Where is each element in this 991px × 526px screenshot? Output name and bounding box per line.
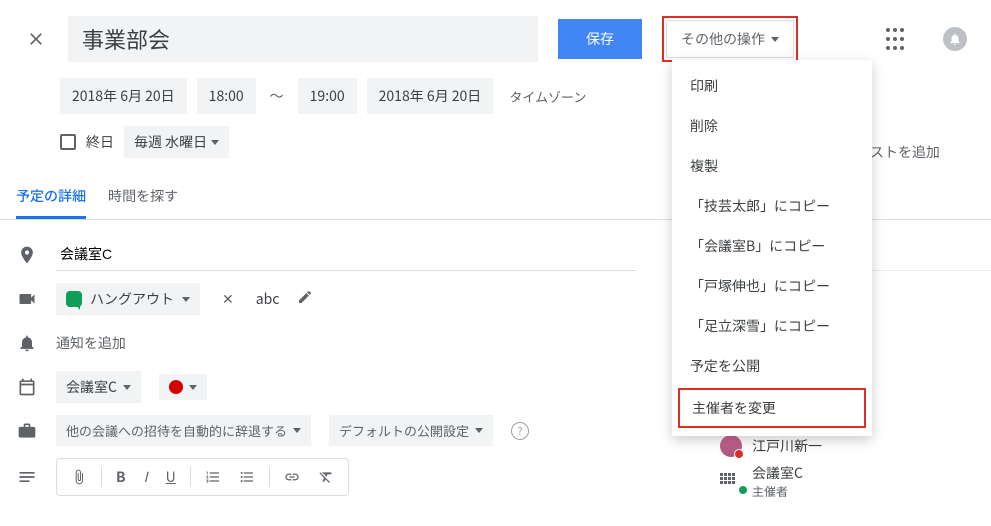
guest-sublabel: 主催者 (752, 483, 803, 500)
toolbar-divider (190, 467, 191, 487)
hangouts-icon (66, 291, 82, 307)
chevron-down-icon (771, 37, 779, 42)
guest-row[interactable]: 江戸川新一 (720, 435, 960, 457)
more-actions-label: その他の操作 (681, 29, 765, 49)
save-button[interactable]: 保存 (558, 19, 642, 59)
busy-status-select[interactable]: 他の会議への招待を自動的に辞退する (56, 415, 311, 446)
clear-format-button[interactable] (310, 465, 342, 489)
calendar-icon (16, 377, 38, 397)
numbered-list-button[interactable] (197, 465, 229, 489)
menu-item-change-owner[interactable]: 主催者を変更 (678, 388, 866, 428)
end-time-chip[interactable]: 19:00 (298, 78, 357, 114)
add-notification-button[interactable]: 通知を追加 (56, 327, 126, 359)
menu-item-copy-1[interactable]: 「技芸太郎」にコピー (672, 186, 872, 226)
description-icon (16, 467, 38, 487)
attach-button[interactable] (63, 465, 95, 489)
more-actions-highlight: その他の操作 (662, 16, 798, 62)
chevron-down-icon (211, 140, 219, 145)
menu-item-copy-3[interactable]: 「戸塚伸也」にコピー (672, 266, 872, 306)
bullet-list-button[interactable] (231, 465, 263, 489)
menu-item-copy-4[interactable]: 「足立深雪」にコピー (672, 306, 872, 346)
edit-conference-icon[interactable] (297, 289, 313, 310)
guest-name: 江戸川新一 (752, 436, 822, 456)
underline-button[interactable]: U (158, 463, 184, 491)
briefcase-icon (16, 421, 38, 441)
apps-grid-icon[interactable] (883, 27, 907, 51)
status-declined-icon (734, 449, 744, 459)
link-button[interactable] (276, 465, 308, 489)
time-separator: 〜 (266, 86, 288, 106)
menu-item-copy-2[interactable]: 「会議室B」にコピー (672, 226, 872, 266)
bell-icon (16, 333, 38, 353)
help-icon[interactable]: ? (511, 422, 529, 440)
status-accepted-icon (738, 485, 748, 495)
tab-event-details[interactable]: 予定の詳細 (16, 176, 86, 219)
conference-code[interactable]: abc (256, 289, 280, 309)
busy-status-label: 他の会議への招待を自動的に辞退する (66, 421, 287, 440)
chevron-down-icon (182, 297, 190, 302)
chevron-down-icon (475, 428, 483, 433)
more-actions-button[interactable]: その他の操作 (666, 20, 794, 58)
guest-name: 会議室C (752, 463, 803, 483)
menu-item-delete[interactable]: 削除 (672, 106, 872, 146)
chevron-down-icon (293, 428, 301, 433)
italic-button[interactable]: I (136, 463, 156, 491)
remove-conference-icon[interactable]: ✕ (218, 289, 238, 309)
end-date-chip[interactable]: 2018年 6月 20日 (367, 78, 494, 114)
hangout-select[interactable]: ハングアウト (56, 283, 200, 315)
toolbar-divider (101, 467, 102, 487)
calendar-select[interactable]: 会議室C (56, 371, 141, 403)
start-date-chip[interactable]: 2018年 6月 20日 (60, 78, 187, 114)
chevron-down-icon (189, 385, 197, 390)
calendar-selected-label: 会議室C (66, 377, 117, 397)
location-icon (16, 245, 38, 265)
chevron-down-icon (123, 385, 131, 390)
allday-checkbox[interactable] (60, 134, 76, 150)
event-color-select[interactable] (159, 374, 207, 400)
recurrence-select[interactable]: 毎週 水曜日 (124, 126, 229, 158)
menu-item-publish[interactable]: 予定を公開 (672, 346, 872, 386)
timezone-link[interactable]: タイムゾーン (509, 87, 586, 106)
recurrence-label: 毎週 水曜日 (134, 132, 207, 152)
location-input[interactable] (56, 238, 636, 271)
hangout-label: ハングアウト (90, 289, 174, 309)
guest-row[interactable]: 会議室C 主催者 (720, 463, 960, 500)
tab-find-time[interactable]: 時間を探す (108, 176, 178, 219)
avatar (720, 435, 742, 457)
notifications-icon[interactable] (943, 27, 967, 51)
visibility-label: デフォルトの公開設定 (339, 421, 469, 440)
visibility-select[interactable]: デフォルトの公開設定 (329, 415, 493, 446)
event-title-input[interactable] (68, 16, 538, 62)
close-icon[interactable] (24, 27, 48, 51)
more-actions-menu: 印刷 削除 複製 「技芸太郎」にコピー 「会議室B」にコピー 「戸塚伸也」にコピ… (672, 60, 872, 436)
bold-button[interactable]: B (108, 463, 134, 491)
rich-text-toolbar: B I U (56, 458, 349, 496)
allday-label: 終日 (86, 132, 114, 152)
menu-item-print[interactable]: 印刷 (672, 66, 872, 106)
menu-item-duplicate[interactable]: 複製 (672, 146, 872, 186)
toolbar-divider (269, 467, 270, 487)
color-dot-icon (169, 380, 183, 394)
start-time-chip[interactable]: 18:00 (197, 78, 256, 114)
video-icon (16, 289, 38, 309)
